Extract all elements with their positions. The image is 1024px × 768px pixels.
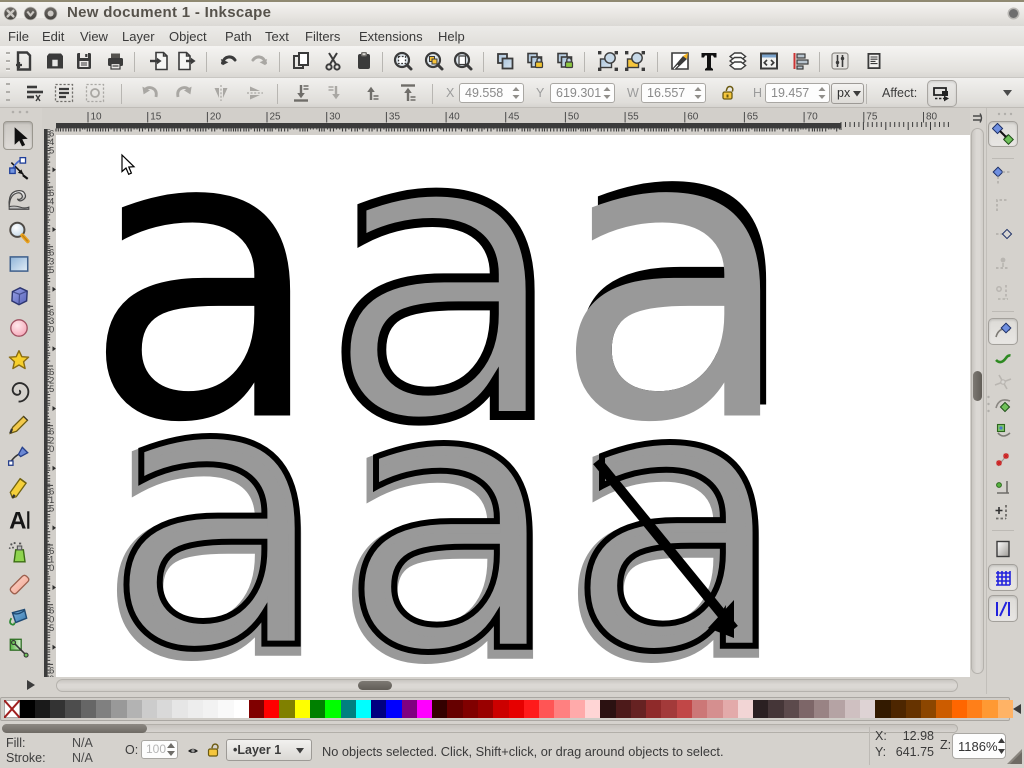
svg-text:75: 75 — [866, 112, 878, 123]
svg-text:25: 25 — [270, 112, 282, 123]
svg-text:50: 50 — [568, 112, 580, 123]
svg-text:5: 5 — [49, 146, 54, 157]
svg-text:15: 15 — [150, 112, 162, 123]
svg-text:35: 35 — [389, 112, 401, 123]
svg-text:5: 5 — [49, 384, 54, 395]
svg-text:0: 0 — [49, 563, 54, 574]
svg-text:5: 5 — [49, 504, 54, 515]
svg-text:5: 5 — [49, 623, 54, 634]
svg-text:55: 55 — [628, 112, 640, 123]
svg-text:40: 40 — [449, 112, 461, 123]
svg-text:45: 45 — [508, 112, 520, 123]
svg-text:80: 80 — [926, 112, 938, 123]
svg-text:A: A — [9, 508, 26, 532]
svg-text:20: 20 — [210, 112, 222, 123]
svg-text:5: 5 — [49, 265, 54, 276]
svg-text:0: 0 — [49, 325, 54, 336]
svg-text:70: 70 — [807, 112, 819, 123]
svg-text:0: 0 — [49, 444, 54, 455]
svg-text:65: 65 — [747, 112, 759, 123]
svg-text:0: 0 — [49, 205, 54, 216]
svg-text:30: 30 — [329, 112, 341, 123]
svg-text:10: 10 — [91, 112, 103, 123]
svg-text:60: 60 — [687, 112, 699, 123]
